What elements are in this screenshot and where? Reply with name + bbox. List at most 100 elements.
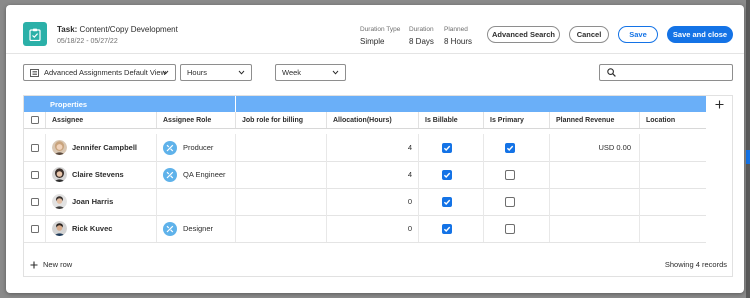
is-billable-cell (418, 188, 483, 215)
primary-checkbox[interactable] (504, 169, 515, 180)
col-planned-revenue[interactable]: Planned Revenue (549, 112, 639, 128)
table-row[interactable]: Claire Stevens QA Engineer 4 (24, 161, 706, 189)
assignments-dialog: Task: Content/Copy Development 05/18/22 … (6, 5, 744, 293)
plus-icon (715, 100, 723, 108)
assignee-cell: Claire Stevens (45, 161, 156, 188)
planned-label: Planned (444, 26, 468, 33)
check-icon (443, 226, 451, 232)
is-primary-cell (483, 215, 549, 242)
job-role-cell[interactable] (235, 134, 326, 161)
allocation-cell[interactable]: 0 (326, 188, 418, 215)
role-label: Designer (183, 224, 214, 233)
billable-checkbox[interactable] (442, 169, 452, 180)
save-and-close-button[interactable]: Save and close (667, 26, 733, 43)
allocation-cell[interactable]: 4 (326, 134, 418, 161)
row-checkbox[interactable] (30, 224, 39, 233)
duration-label: Duration (409, 26, 434, 33)
task-dates: 05/18/22 - 05/27/22 (57, 38, 118, 45)
assignments-grid: Properties Assignee Assignee Role Job ro… (23, 95, 733, 277)
planned-revenue-cell[interactable] (549, 215, 639, 242)
col-is-billable[interactable]: Is Billable (418, 112, 483, 128)
is-billable-cell (418, 134, 483, 161)
header-divider (6, 53, 744, 54)
allocation-cell[interactable]: 0 (326, 215, 418, 242)
advanced-search-button[interactable]: Advanced Search (487, 26, 560, 43)
job-role-icon (163, 167, 177, 182)
chevron-down-icon (332, 70, 339, 75)
col-assignee-role[interactable]: Assignee Role (156, 112, 235, 128)
is-primary-cell (483, 188, 549, 215)
job-role-cell[interactable] (235, 188, 326, 215)
primary-checkbox[interactable] (504, 223, 515, 234)
new-row-button[interactable]: New row (30, 260, 72, 269)
row-select-cell (24, 134, 45, 161)
column-header-row: Assignee Assignee Role Job role for bill… (24, 112, 706, 129)
primary-checkbox[interactable] (504, 142, 515, 153)
new-row-label: New row (43, 260, 73, 269)
job-role-cell[interactable] (235, 215, 326, 242)
planned-revenue-cell[interactable] (549, 188, 639, 215)
row-select-cell (24, 161, 45, 188)
view-select[interactable]: Advanced Assignments Default View (23, 64, 176, 81)
row-select-cell (24, 188, 45, 215)
view-select-value: Advanced Assignments Default View (44, 68, 167, 77)
search-icon (607, 68, 616, 77)
is-primary-cell (483, 161, 549, 188)
job-role-cell[interactable] (235, 161, 326, 188)
task-icon (23, 22, 47, 46)
period-select[interactable]: Week (275, 64, 346, 81)
properties-group-header: Properties (24, 96, 706, 112)
role-cell: Producer (156, 134, 235, 161)
assignee-cell: Jennifer Campbell (45, 134, 156, 161)
row-checkbox[interactable] (30, 170, 39, 179)
task-name: Content/Copy Development (79, 25, 178, 34)
location-cell[interactable] (639, 215, 706, 242)
allocation-cell[interactable]: 4 (326, 161, 418, 188)
duration-value: 8 Days (409, 37, 434, 46)
chevron-down-icon (238, 70, 245, 75)
planned-revenue-cell[interactable] (549, 161, 639, 188)
row-checkbox[interactable] (30, 197, 39, 206)
table-row[interactable]: Joan Harris 0 (24, 188, 706, 216)
search-input[interactable] (599, 64, 733, 81)
check-icon (443, 172, 451, 178)
billable-checkbox[interactable] (442, 223, 452, 234)
role-cell (156, 188, 235, 215)
assignee-name: Joan Harris (72, 197, 114, 206)
assignee-cell: Joan Harris (45, 188, 156, 215)
planned-value: 8 Hours (444, 37, 473, 46)
location-cell[interactable] (639, 134, 706, 161)
col-assignee[interactable]: Assignee (45, 112, 156, 128)
job-role-icon (163, 140, 177, 155)
is-billable-cell (418, 215, 483, 242)
col-is-primary[interactable]: Is Primary (483, 112, 549, 128)
billable-checkbox[interactable] (442, 196, 452, 207)
check-icon (443, 145, 451, 151)
job-role-icon (163, 221, 177, 236)
table-row[interactable]: Rick Kuvec Designer 0 (24, 215, 706, 243)
duration-type: Duration Type Simple (360, 26, 400, 46)
location-cell[interactable] (639, 188, 706, 215)
role-label: Producer (183, 143, 214, 152)
period-select-value: Week (282, 68, 302, 77)
col-allocation[interactable]: Allocation(Hours) (326, 112, 418, 128)
col-job-role[interactable]: Job role for billing (235, 112, 326, 128)
select-all-checkbox[interactable] (30, 116, 39, 124)
duration-type-label: Duration Type (360, 26, 401, 33)
location-cell[interactable] (639, 161, 706, 188)
primary-checkbox[interactable] (504, 196, 515, 207)
role-cell: Designer (156, 215, 235, 242)
planned-revenue-cell[interactable]: USD 0.00 (549, 134, 639, 161)
row-checkbox[interactable] (30, 143, 39, 152)
billable-checkbox[interactable] (442, 142, 452, 153)
save-button[interactable]: Save (618, 26, 658, 43)
task-label: Task: (57, 25, 78, 34)
background-accent (746, 150, 750, 164)
cancel-button[interactable]: Cancel (569, 26, 609, 43)
add-column-button[interactable] (706, 96, 732, 112)
task-title: Task: Content/Copy Development (57, 25, 178, 34)
avatar (52, 140, 67, 155)
col-location[interactable]: Location (639, 112, 706, 128)
table-row[interactable]: Jennifer Campbell Producer 4 USD 0.00 (24, 134, 706, 162)
unit-select[interactable]: Hours (180, 64, 252, 81)
